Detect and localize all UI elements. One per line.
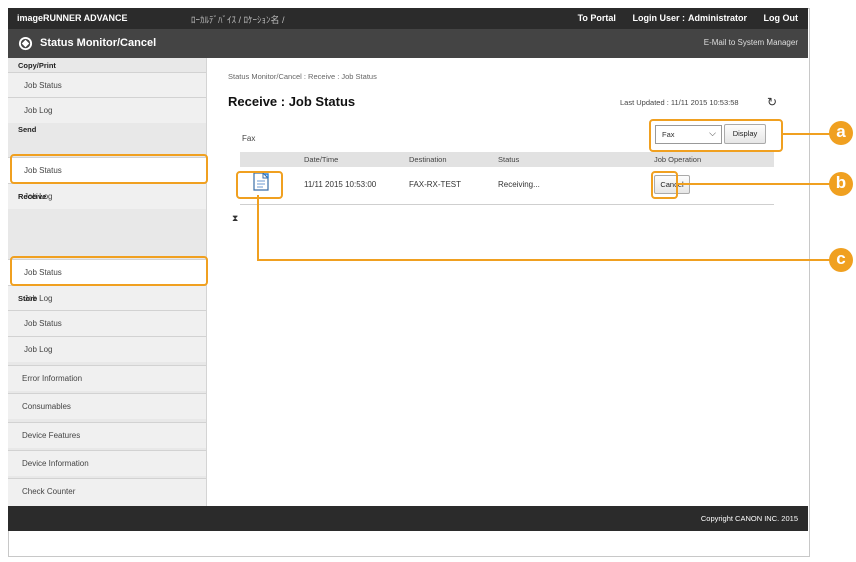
sidebar-item-label: Consumables — [22, 402, 71, 411]
sidebar-heading-send: Send — [18, 125, 37, 134]
sidebar-item-label: Check Counter — [22, 487, 76, 496]
sidebar-item-copy-job-log[interactable]: Job Log — [8, 97, 206, 123]
highlight-job-details-icon — [236, 171, 283, 199]
sidebar-item-store-job-log[interactable]: Job Log — [8, 336, 206, 362]
refresh-icon[interactable]: ↻ — [767, 95, 777, 109]
sidebar-item-error-information[interactable]: Error Information — [8, 365, 206, 391]
top-bar: imageRUNNER ADVANCE ﾛｰｶﾙﾃﾞﾊﾞｲｽ / ﾛｹｰｼｮﾝ名… — [8, 8, 808, 29]
app-title: Status Monitor/Cancel — [40, 37, 157, 49]
callout-c-line-vertical — [257, 195, 259, 260]
callout-c-line-horizontal — [257, 259, 831, 261]
column-header-datetime: Date/Time — [304, 155, 339, 164]
status-monitor-icon — [18, 36, 33, 51]
sidebar-item-consumables[interactable]: Consumables — [8, 393, 206, 419]
callout-c: c — [829, 248, 853, 272]
column-header-status: Status — [498, 155, 520, 164]
sidebar-heading-store: Store — [18, 294, 38, 303]
sidebar-item-label: Job Status — [24, 319, 62, 328]
column-header-job-operation: Job Operation — [654, 155, 702, 164]
collapse-icon[interactable]: ⧗ — [232, 213, 238, 224]
user-name: Administrator — [687, 13, 747, 23]
sidebar-item-copy-job-status[interactable]: Job Status — [8, 72, 206, 98]
callout-b: b — [829, 172, 853, 196]
breadcrumb: Status Monitor/Cancel : Receive : Job St… — [228, 72, 377, 81]
copyright-text: Copyright CANON INC. 2015 — [700, 514, 798, 523]
table-row: 11/11 2015 10:53:00 FAX-RX-TEST Receivin… — [240, 167, 774, 205]
sidebar-item-store-job-status[interactable]: Job Status — [8, 310, 206, 336]
sidebar-item-device-features[interactable]: Device Features — [8, 422, 206, 448]
to-portal-link[interactable]: To Portal — [578, 13, 616, 23]
sidebar-heading-receive: Receive — [18, 192, 47, 201]
highlight-receive-job-status — [10, 256, 208, 286]
row-datetime: 11/11 2015 10:53:00 — [304, 180, 377, 189]
sidebar-item-label: Error Information — [22, 374, 83, 383]
callout-a: a — [829, 121, 853, 145]
last-updated-text: Last Updated : 11/11 2015 10:53:58 — [620, 98, 739, 107]
sidebar-item-receive-job-log[interactable]: Job Log — [8, 285, 206, 311]
logout-link[interactable]: Log Out — [764, 13, 799, 23]
sidebar-heading-copy-print: Copy/Print — [18, 61, 56, 70]
column-header-destination: Destination — [409, 155, 447, 164]
page-title: Receive : Job Status — [228, 94, 356, 109]
sidebar-item-label: Device Features — [22, 431, 81, 440]
sidebar-item-label: Job Log — [24, 106, 53, 115]
callout-a-line — [781, 133, 830, 135]
top-bar-actions: To Portal Login User : Administrator Log … — [564, 13, 798, 23]
sidebar-item-check-counter[interactable]: Check Counter — [8, 478, 206, 507]
highlight-filter-controls — [649, 119, 783, 152]
row-status: Receiving... — [498, 180, 540, 189]
sidebar-item-label: Job Log — [24, 345, 53, 354]
highlight-cancel-button — [651, 171, 678, 199]
section-label: Fax — [242, 134, 256, 143]
footer: Copyright CANON INC. 2015 — [8, 506, 808, 531]
callout-b-line — [676, 183, 831, 185]
header-bar: Status Monitor/Cancel E-Mail to System M… — [8, 29, 808, 58]
sidebar-item-label: Job Status — [24, 81, 62, 90]
device-location: ﾛｰｶﾙﾃﾞﾊﾞｲｽ / ﾛｹｰｼｮﾝ名 / — [191, 15, 285, 25]
sidebar-item-device-information[interactable]: Device Information — [8, 450, 206, 476]
table-header: Date/Time Destination Status Job Operati… — [240, 152, 774, 167]
login-user-label: Login User : — [632, 13, 685, 23]
row-destination: FAX-RX-TEST — [409, 180, 462, 189]
highlight-send-job-status — [10, 154, 208, 184]
sidebar-item-label: Device Information — [22, 459, 89, 468]
email-system-manager-link[interactable]: E-Mail to System Manager — [704, 38, 798, 47]
brand-name: imageRUNNER ADVANCE — [17, 13, 128, 23]
